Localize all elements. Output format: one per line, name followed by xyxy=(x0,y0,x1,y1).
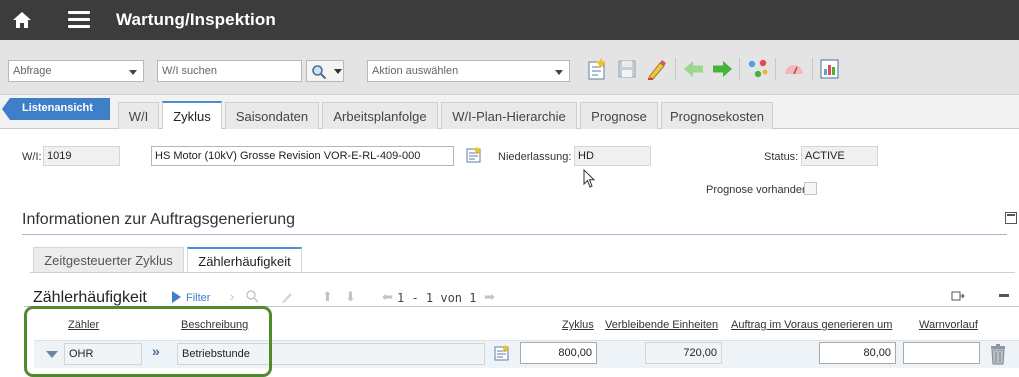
subtab-time-based-cycle[interactable]: Zeitgesteuerter Zyklus xyxy=(33,247,184,273)
previous-page-icon: ⬅ xyxy=(382,289,393,304)
new-record-icon[interactable] xyxy=(585,57,609,81)
search-placeholder: W/I suchen xyxy=(162,65,218,77)
filter-arrow-icon[interactable] xyxy=(172,291,181,303)
long-description-icon[interactable] xyxy=(465,146,483,164)
download-icon[interactable] xyxy=(951,290,965,302)
cycle-input[interactable]: 800,00 xyxy=(520,342,597,364)
grid-title: Zählerhäufigkeit xyxy=(33,289,147,306)
tab-wi[interactable]: W/I xyxy=(118,102,159,129)
next-page-icon: ➡ xyxy=(484,289,495,304)
tab-saisondaten[interactable]: Saisondaten xyxy=(225,102,319,129)
forecast-label: Prognose vorhanden? xyxy=(706,184,815,196)
search-input[interactable]: W/I suchen xyxy=(157,60,302,82)
remaining-units-cell: 720,00 xyxy=(645,342,722,364)
previous-record-icon[interactable] xyxy=(682,57,706,81)
action-select-value: Aktion auswählen xyxy=(372,65,459,77)
minimize-grid-icon[interactable] xyxy=(999,294,1009,297)
pager-text: 1 - 1 von 1 xyxy=(397,291,477,305)
search-icon xyxy=(312,65,327,80)
wi-label: W/I: xyxy=(22,151,42,163)
filter-link[interactable]: Filter xyxy=(186,292,210,304)
tab-arbeitsplanfolge[interactable]: Arbeitsplanfolge xyxy=(322,102,438,129)
clear-changes-icon[interactable] xyxy=(645,57,669,81)
advance-input[interactable]: 80,00 xyxy=(819,342,896,364)
toolbar-divider xyxy=(675,58,676,80)
status-label: Status: xyxy=(764,151,799,163)
hamburger-menu-icon[interactable] xyxy=(68,11,90,29)
wi-description-field[interactable]: HS Motor (10kV) Grosse Revision VOR-E-RL… xyxy=(151,146,454,166)
wi-number-field: 1019 xyxy=(43,146,120,166)
column-header-cycle[interactable]: Zyklus xyxy=(562,319,594,331)
app-title: Wartung/Inspektion xyxy=(116,10,276,29)
search-icon xyxy=(246,290,259,303)
column-header-advance[interactable]: Auftrag im Voraus generieren um xyxy=(731,319,892,331)
action-select[interactable]: Aktion auswählen xyxy=(367,60,570,82)
move-down-icon: ⬇ xyxy=(345,289,356,304)
chevron-down-icon xyxy=(129,70,137,75)
next-record-icon[interactable] xyxy=(710,57,734,81)
mouse-cursor-icon xyxy=(583,169,596,188)
query-select-value: Abfrage xyxy=(13,65,52,77)
tab-prognosekosten[interactable]: Prognosekosten xyxy=(661,102,773,129)
section-title: Informationen zur Auftragsgenerierung xyxy=(22,211,296,228)
tab-prognose[interactable]: Prognose xyxy=(580,102,658,129)
section-divider xyxy=(22,234,1007,235)
save-icon[interactable] xyxy=(615,57,639,81)
toolbar-divider xyxy=(775,58,776,80)
move-up-icon: ⬆ xyxy=(322,289,333,304)
chevron-down-icon xyxy=(334,69,342,74)
query-select[interactable]: Abfrage xyxy=(8,60,144,82)
branch-label: Niederlassung: xyxy=(498,151,572,163)
tab-wi-plan-hierarchie[interactable]: W/I-Plan-Hierarchie xyxy=(441,102,577,129)
long-description-icon[interactable] xyxy=(493,344,511,362)
forecast-checkbox xyxy=(804,182,817,195)
report-icon[interactable] xyxy=(818,57,842,81)
title-bar: Wartung/Inspektion xyxy=(0,0,1019,40)
meter-icon[interactable] xyxy=(782,57,806,81)
branch-field: HD xyxy=(574,146,651,166)
highlight-annotation xyxy=(24,306,272,377)
column-header-remaining-units[interactable]: Verbleibende Einheiten xyxy=(605,319,718,331)
list-view-button[interactable]: Listenansicht xyxy=(2,98,110,120)
home-icon[interactable] xyxy=(12,10,32,30)
delete-icon[interactable] xyxy=(988,343,1008,365)
tab-zyklus[interactable]: Zyklus xyxy=(162,101,222,129)
status-field: ACTIVE xyxy=(801,146,878,166)
edit-icon xyxy=(282,293,292,303)
collapse-section-icon[interactable] xyxy=(1005,212,1017,224)
chevron-down-icon xyxy=(555,70,563,75)
warning-input[interactable] xyxy=(903,342,980,364)
workflow-icon[interactable] xyxy=(746,57,770,81)
toolbar-divider xyxy=(739,58,740,80)
subtab-divider xyxy=(30,272,1015,273)
search-button[interactable] xyxy=(306,60,344,82)
toolbar-divider xyxy=(812,58,813,80)
column-header-warning[interactable]: Warnvorlauf xyxy=(919,319,978,331)
filter-next-icon: › xyxy=(230,289,235,304)
subtab-meter-frequency[interactable]: Zählerhäufigkeit xyxy=(187,247,302,273)
